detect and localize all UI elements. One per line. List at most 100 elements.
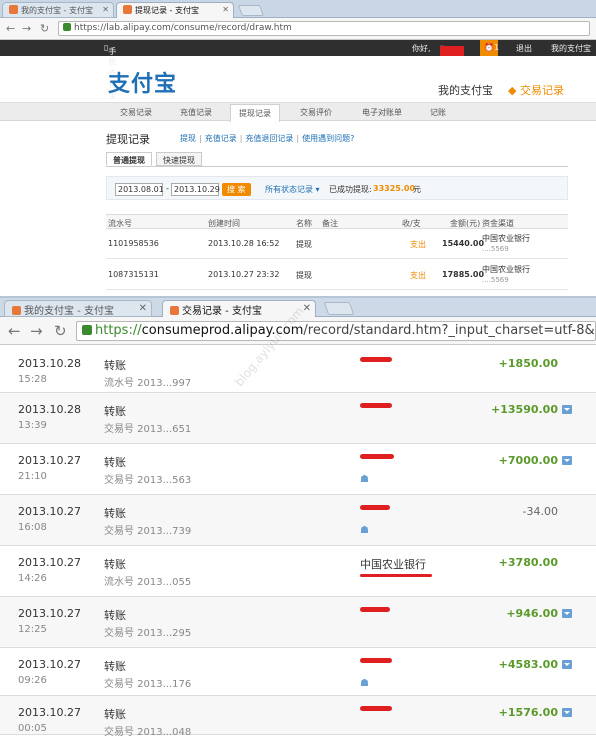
record-number: 交易号 2013...739 [104,526,192,537]
close-tab-icon[interactable]: ✕ [222,5,229,14]
expand-dropdown-icon[interactable] [562,405,572,414]
table-header: 流水号 创建时间 名称 备注 收/支 金额(元) 资金渠道 [106,214,568,229]
record-amount: +3780.00 [498,556,558,569]
start-date-input[interactable]: 2013.08.01 [115,183,164,196]
forward-icon[interactable]: → [30,322,43,340]
alipay-logo[interactable]: 支付宝 [108,66,177,98]
url-input[interactable]: https://lab.alipay.com/consume/record/dr… [58,21,590,36]
address-bar: ← → ↻ https://consumeprod.alipay.com/rec… [0,317,596,345]
new-tab-button[interactable] [237,5,265,16]
record-amount: +7000.00 [498,454,558,467]
tab-normal-draw[interactable]: 普通提现 [106,152,152,166]
link-help[interactable]: 使用遇到问题? [302,134,354,143]
tab-draw-record[interactable]: 提现记录 - 支付宝 ✕ [116,2,234,18]
tab-trade-record[interactable]: 交易记录 - 支付宝 ✕ [162,300,316,317]
success-label: 已成功提现: [329,185,372,194]
logo-text: 支付宝 [108,71,178,97]
username-redacted[interactable]: ▾ [440,43,464,56]
record-subnav: 交易记录 充值记录 提现记录 交易评价 电子对账单 记账 [0,103,596,122]
counterparty-name: 中国农业银行 [360,558,426,571]
row-amount: 17885.00 [442,270,485,279]
subnav-bill[interactable]: 电子对账单 [362,107,402,118]
record-number: 交易号 2013...563 [104,475,192,486]
tab-title: 提现记录 - 支付宝 [135,6,199,15]
reload-icon[interactable]: ↻ [54,322,67,340]
table-row: 1087315131 2013.10.27 23:32 提现 支出 17885.… [106,260,568,290]
list-item[interactable]: 2013.10.27 00:05 转账 交易号 2013...048 +1576… [0,696,596,738]
list-item[interactable]: 2013.10.27 09:26 转账 交易号 2013...176 ☗ +45… [0,648,596,696]
row-name: 提现 [296,240,312,249]
record-amount: +1576.00 [498,706,558,719]
record-date: 2013.10.27 [18,505,81,518]
subnav-recharge[interactable]: 充值记录 [180,107,212,118]
subnav-trade[interactable]: 交易记录 [120,107,152,118]
greeting: 你好, [412,44,431,53]
record-number: 流水号 2013...997 [104,378,192,389]
record-date: 2013.10.27 [18,607,81,620]
back-icon[interactable]: ← [8,322,21,340]
logout-link[interactable]: 退出 [516,43,532,54]
reload-icon[interactable]: ↻ [40,22,49,35]
list-item[interactable]: 2013.10.27 16:08 转账 交易号 2013...739 ☗ -34… [0,495,596,546]
bank-name: 中国农业银行 [482,234,530,243]
expand-dropdown-icon[interactable] [562,708,572,717]
new-tab-button[interactable] [323,302,355,315]
link-draw[interactable]: 提现 [180,134,196,143]
alipay-favicon-icon [123,5,132,14]
back-icon[interactable]: ← [6,22,15,35]
row-bank: 中国农业银行 ....5569 [482,265,530,285]
search-button[interactable]: 搜 索 [222,183,251,196]
list-item[interactable]: 2013.10.27 14:26 转账 流水号 2013...055 中国农业银… [0,546,596,597]
lock-icon [82,325,92,335]
mobile-alipay-link[interactable]: ▯ 手机支付宝 [104,43,116,100]
record-type: 转账 [104,660,126,673]
record-time: 16:08 [18,522,47,533]
message-badge[interactable]: ⏰ 1 [480,40,500,56]
subnav-account[interactable]: 记账 [430,107,446,118]
subnav-review[interactable]: 交易评价 [300,107,332,118]
status-dropdown[interactable]: 所有状态记录 ▾ [265,184,320,195]
url-input[interactable]: https://consumeprod.alipay.com/record/st… [76,321,596,341]
close-tab-icon[interactable]: ✕ [102,5,109,14]
record-date: 2013.10.28 [18,403,81,416]
tab-title: 我的支付宝 - 支付宝 [24,306,114,317]
nav-my-alipay[interactable]: 我的支付宝 [438,82,493,98]
close-tab-icon[interactable]: ✕ [303,303,311,314]
message-count: 1 [493,43,500,52]
url-text: https://lab.alipay.com/consume/record/dr… [74,23,292,33]
list-item[interactable]: 2013.10.28 15:28 转账 流水号 2013...997 +1850… [0,347,596,393]
tab-fast-draw[interactable]: 快速提现 [156,152,202,166]
record-amount: +946.00 [506,607,558,620]
list-item[interactable]: 2013.10.27 12:25 转账 交易号 2013...295 +946.… [0,597,596,648]
record-date: 2013.10.27 [18,454,81,467]
link-recharge-record[interactable]: 充值记录 [205,134,237,143]
list-item[interactable]: 2013.10.27 21:10 转账 交易号 2013...563 ☗ +70… [0,444,596,495]
nav-trade-label: 交易记录 [519,84,564,97]
url-path: /record/standard.htm?_input_charset=utf-… [303,323,595,338]
close-tab-icon[interactable]: ✕ [139,303,147,314]
record-number: 交易号 2013...176 [104,679,192,690]
record-time: 15:28 [18,374,47,385]
expand-dropdown-icon[interactable] [562,660,572,669]
tab-title: 我的支付宝 - 支付宝 [21,6,93,15]
address-bar: ← → ↻ https://lab.alipay.com/consume/rec… [0,18,596,40]
nav-trade-record[interactable]: ◆ 交易记录 [508,82,564,98]
end-date-input[interactable]: 2013.10.29 [171,183,220,196]
record-time: 00:05 [18,723,47,734]
url-host: consumeprod.alipay.com [141,323,304,338]
link-recharge-refund[interactable]: 充值退回记录 [245,134,293,143]
record-number: 交易号 2013...295 [104,628,192,639]
tab-my-alipay[interactable]: 我的支付宝 - 支付宝 ✕ [4,300,152,317]
expand-dropdown-icon[interactable] [562,456,572,465]
record-amount: -34.00 [522,505,558,518]
col-name: 名称 [296,219,312,228]
site-header: 支付宝 我的支付宝 ◆ 交易记录 [0,56,596,103]
subnav-draw[interactable]: 提现记录 [230,104,280,122]
forward-icon[interactable]: → [22,22,31,35]
my-alipay-top-link[interactable]: 我的支付宝 [551,43,591,54]
record-time: 13:39 [18,420,47,431]
tab-my-alipay[interactable]: 我的支付宝 - 支付宝 ✕ [2,2,114,18]
expand-dropdown-icon[interactable] [562,609,572,618]
date-separator: - [166,184,169,193]
list-item[interactable]: 2013.10.28 13:39 转账 交易号 2013...651 +1359… [0,393,596,444]
